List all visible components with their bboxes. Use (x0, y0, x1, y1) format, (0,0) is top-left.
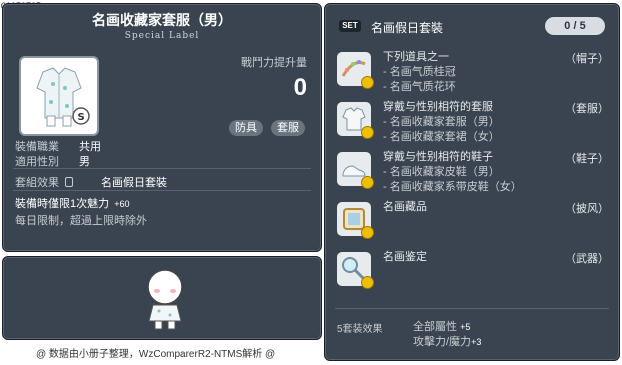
weapon-icon (337, 252, 374, 289)
divider (13, 190, 311, 191)
set-item-hat-slot: （帽子） (565, 53, 609, 65)
set-bonus-line: 全部屬性 +5 (413, 320, 481, 335)
set-effect-label: 套組效果 (15, 174, 74, 190)
coin-icon (361, 76, 374, 89)
set-bonus-list: 全部屬性 +5 攻擊力/魔力+3 (413, 320, 481, 350)
set-info-panel: SET 名画假日套裝 0 / 5 下列道具之一 - 名画气质桂冠 - 名画气质花… (324, 3, 620, 361)
item-tooltip-panel: 名画收藏家套服（男） Special Label S 戰鬥力提升量 0 防具 套… (2, 3, 322, 252)
svg-text:S: S (78, 112, 85, 123)
item-icon-frame: S (19, 56, 99, 136)
shoes-icon (337, 152, 374, 189)
set-bonus-value: +5 (460, 322, 471, 332)
overall-icon (337, 102, 374, 139)
tag-overall: 套服 (271, 120, 305, 136)
set-item-shoes-slot: （鞋子） (565, 153, 609, 165)
item-title: 名画收藏家套服（男） (92, 12, 232, 28)
charm-limit: 裝備時僅限1次魅力 +60 (15, 195, 129, 211)
set-item-weapon-slot: （武器） (565, 253, 609, 265)
set-item-shoes-option: - 名画收藏家系带皮鞋（女） (383, 181, 522, 193)
set-bonus-stat: 攻擊力/魔力 (413, 336, 472, 348)
coin-icon (361, 176, 374, 189)
set-effect-text: 套組效果 (15, 177, 59, 189)
set-item-overall-slot: （套服） (565, 103, 609, 115)
power-increase-value: 0 (293, 74, 307, 101)
set-item-overall-option: - 名画收藏家套服（男） (383, 116, 500, 128)
set-name: 名画假日套裝 (101, 177, 167, 189)
cape-icon (337, 202, 374, 239)
character-avatar-icon (147, 269, 183, 330)
stat-job-value: 共用 (79, 141, 101, 153)
set-item-hat-option: - 名画气质桂冠 (383, 66, 456, 78)
set-item-cape-title: 名画藏品 (383, 201, 427, 213)
daily-limit-note: 每日限制，超過上限時除外 (15, 215, 147, 227)
set-count-badge: 0 / 5 (545, 17, 605, 35)
character-preview-panel (2, 256, 322, 340)
item-subtitle: Special Label (124, 31, 200, 41)
set-item-weapon-text: 名画鉴定 (383, 250, 427, 265)
set-item-weapon-title: 名画鉴定 (383, 251, 427, 263)
set-item-cape-text: 名画藏品 (383, 200, 427, 215)
hat-icon (337, 52, 374, 89)
set-bonus-value: +3 (471, 337, 482, 347)
set-bonus-line: 攻擊力/魔力+3 (413, 335, 481, 350)
tag-armor: 防具 (229, 120, 263, 136)
stat-gender: 適用性別 男 (15, 153, 90, 169)
data-credit: @ 数据由小册子整理，WzComparerR2-NTMS解析 @ (36, 349, 276, 360)
set-item-hat-text: 下列道具之一 - 名画气质桂冠 - 名画气质花环 (383, 50, 456, 95)
set-item-cape-slot: （披风） (565, 203, 609, 215)
set-item-overall-text: 穿戴与性别相符的套服 - 名画收藏家套服（男） - 名画收藏家套裙（女） (383, 100, 500, 145)
coin-icon (361, 276, 374, 289)
lock-icon (65, 177, 74, 187)
divider (335, 308, 609, 309)
set-title: 名画假日套裝 (371, 21, 444, 35)
charm-limit-value: +60 (114, 199, 130, 209)
stat-job: 裝備職業 共用 (15, 138, 101, 154)
stat-job-key: 裝備職業 (15, 141, 59, 153)
set-item-hat-option: - 名画气质花环 (383, 81, 456, 93)
set-item-shoes-title: 穿戴与性别相符的鞋子 (383, 151, 493, 163)
set-item-shoes-option: - 名画收藏家皮鞋（男） (383, 166, 500, 178)
charm-limit-text: 裝備時僅限1次魅力 (15, 198, 110, 210)
coin-icon (361, 126, 374, 139)
stat-gender-key: 適用性別 (15, 156, 59, 168)
set-item-hat-title: 下列道具之一 (383, 51, 449, 63)
coin-icon (361, 226, 374, 239)
divider (13, 168, 311, 169)
overall-icon: S (36, 67, 90, 127)
power-increase-label: 戰鬥力提升量 (241, 57, 307, 69)
stat-gender-value: 男 (79, 156, 90, 168)
set-bonus-label: 5套装效果 (337, 324, 383, 335)
set-badge: SET (339, 20, 361, 32)
set-item-overall-title: 穿戴与性别相符的套服 (383, 101, 493, 113)
set-item-overall-option: - 名画收藏家套裙（女） (383, 131, 500, 143)
set-item-shoes-text: 穿戴与性别相符的鞋子 - 名画收藏家皮鞋（男） - 名画收藏家系带皮鞋（女） (383, 150, 522, 195)
set-bonus-stat: 全部屬性 (413, 321, 457, 333)
